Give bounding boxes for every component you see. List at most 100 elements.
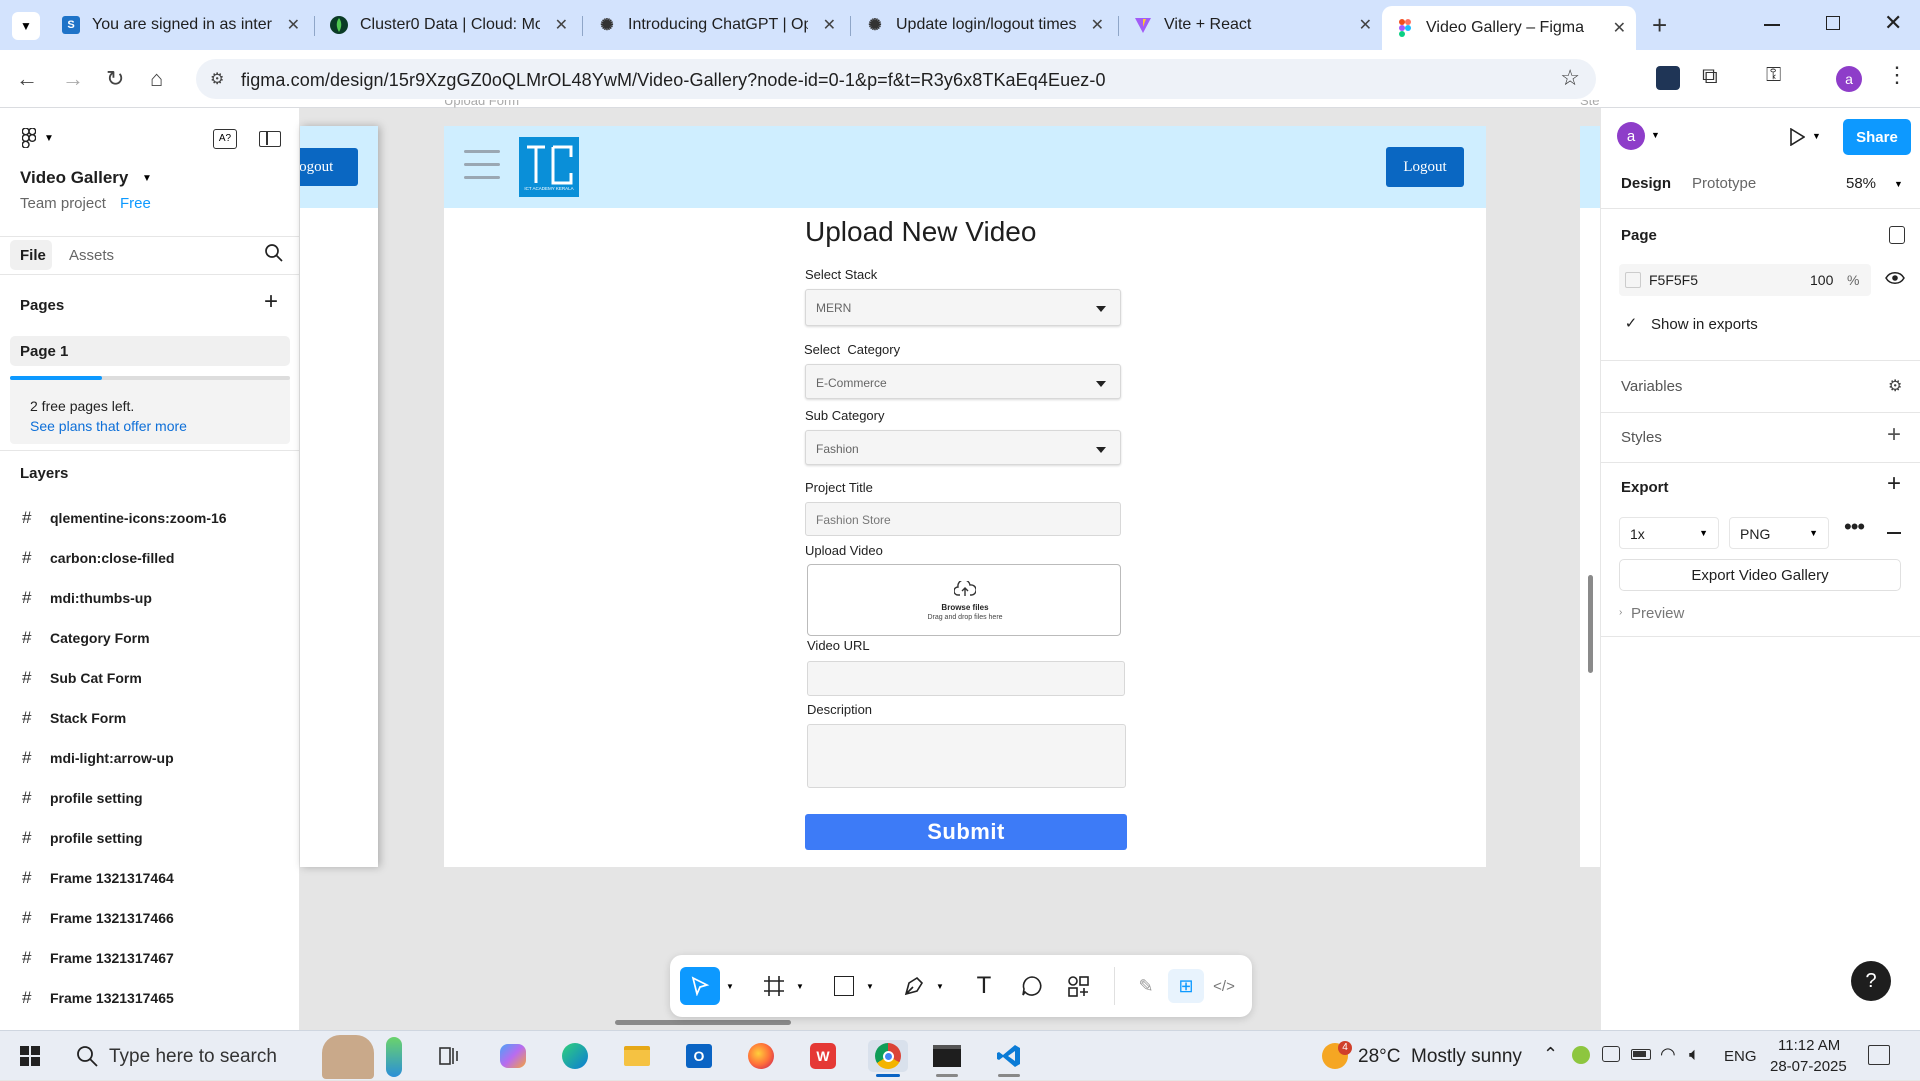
export-button[interactable]: Export Video Gallery	[1619, 559, 1901, 591]
close-tab-icon[interactable]: ✕	[1359, 15, 1372, 35]
minimize-icon[interactable]	[1764, 24, 1780, 26]
chevron-down-icon[interactable]: ▼	[726, 982, 734, 991]
chevron-down-icon[interactable]: ▼	[1651, 130, 1660, 140]
project-title-input[interactable]: Fashion Store	[805, 502, 1121, 536]
logout-button-partial[interactable]: Logout	[300, 148, 358, 186]
add-style-icon[interactable]: +	[1887, 421, 1901, 449]
reload-icon[interactable]: ↻	[106, 66, 124, 92]
file-explorer-icon[interactable]	[620, 1040, 654, 1072]
browser-tab[interactable]: ✺ Update login/logout times ✕	[852, 8, 1114, 42]
preview-toggle[interactable]: Preview	[1631, 605, 1684, 622]
url-field[interactable]: ⚙ figma.com/design/15r9XzgGZ0oQLMrOL48Yw…	[196, 59, 1596, 99]
browser-tab[interactable]: Vite + React ✕	[1120, 8, 1382, 42]
meet-tray-icon[interactable]	[1602, 1046, 1620, 1062]
close-tab-icon[interactable]: ✕	[1613, 18, 1626, 38]
chrome-icon[interactable]	[868, 1040, 908, 1077]
show-exports-checkbox[interactable]: ✓	[1623, 315, 1639, 332]
page-fill-row[interactable]: F5F5F5 100 %	[1619, 264, 1871, 296]
chevron-down-icon[interactable]: ▼	[1894, 179, 1903, 189]
browser-menu-icon[interactable]: ⋮	[1886, 62, 1908, 88]
profile-avatar[interactable]: a	[1836, 66, 1862, 92]
browse-files-label[interactable]: Browse files	[808, 603, 1122, 612]
description-textarea[interactable]	[807, 724, 1126, 788]
page-settings-icon[interactable]	[1889, 226, 1905, 244]
weather-widget[interactable]: 4 28°C Mostly sunny	[1318, 1031, 1558, 1081]
share-button[interactable]: Share	[1843, 119, 1911, 155]
text-tool-icon[interactable]: T	[968, 970, 1000, 1002]
home-icon[interactable]: ⌂	[150, 66, 163, 92]
chevron-right-icon[interactable]: ›	[1619, 607, 1622, 618]
tab-assets[interactable]: Assets	[69, 247, 114, 264]
close-tab-icon[interactable]: ✕	[287, 15, 300, 35]
hamburger-menu-icon[interactable]	[464, 150, 500, 180]
browser-tab[interactable]: ✺ Introducing ChatGPT | Ope ✕	[584, 8, 846, 42]
volume-icon[interactable]: 🔈︎	[1689, 1044, 1700, 1065]
back-icon[interactable]: ←	[16, 66, 38, 92]
browser-tab[interactable]: Cluster0 Data | Cloud: Mon ✕	[316, 8, 578, 42]
battery-icon[interactable]	[1631, 1049, 1651, 1060]
sidebar-toggle-icon[interactable]	[259, 131, 281, 147]
zoom-level[interactable]: 58%	[1846, 175, 1876, 192]
pen-tool-icon[interactable]	[898, 970, 930, 1002]
wps-office-icon[interactable]: W	[806, 1040, 840, 1072]
figma-menu-icon[interactable]	[21, 127, 37, 153]
layer-item[interactable]: # Sub Cat Form	[0, 658, 299, 698]
submit-button[interactable]: Submit	[805, 814, 1127, 850]
remove-export-icon[interactable]	[1887, 532, 1901, 534]
more-options-icon[interactable]: •••	[1844, 514, 1865, 540]
vscode-icon[interactable]	[992, 1040, 1026, 1077]
layer-item[interactable]: # Stack Form	[0, 698, 299, 738]
rectangle-tool-icon[interactable]	[828, 970, 860, 1002]
forward-icon[interactable]: →	[62, 66, 84, 92]
variables-settings-icon[interactable]: ⚙	[1888, 376, 1902, 396]
site-info-icon[interactable]: ⚙	[210, 69, 224, 89]
layer-item[interactable]: # mdi-light:arrow-up	[0, 738, 299, 778]
chevron-down-icon[interactable]: ▼	[142, 173, 152, 184]
outlook-icon[interactable]: O	[682, 1040, 716, 1072]
clock-date[interactable]: 28-07-2025	[1770, 1058, 1847, 1075]
tab-prototype[interactable]: Prototype	[1692, 175, 1756, 192]
show-hidden-icons-chevron-icon[interactable]: ⌃	[1543, 1044, 1558, 1065]
fill-opacity[interactable]: 100	[1810, 272, 1833, 288]
chevron-down-icon[interactable]: ▼	[1812, 131, 1821, 141]
user-avatar[interactable]: a	[1617, 122, 1645, 150]
vpn-tray-icon[interactable]	[1572, 1046, 1590, 1064]
firefox-icon[interactable]	[744, 1040, 778, 1072]
comment-tool-icon[interactable]	[1016, 970, 1048, 1002]
layer-item[interactable]: # Frame 1321317465	[0, 978, 299, 1018]
windows-start-icon[interactable]	[20, 1046, 40, 1071]
canvas-scrollbar[interactable]	[1588, 575, 1593, 673]
search-icon[interactable]	[264, 243, 284, 268]
new-tab-icon[interactable]: +	[1652, 10, 1667, 41]
layer-item[interactable]: # Frame 1321317467	[0, 938, 299, 978]
video-url-input[interactable]	[807, 661, 1125, 696]
layer-item[interactable]: # qlementine-icons:zoom-16	[0, 498, 299, 538]
layer-item[interactable]: # Frame 1321317466	[0, 898, 299, 938]
stack-select[interactable]: MERN	[805, 289, 1121, 326]
language-indicator[interactable]: ENG	[1724, 1048, 1757, 1065]
puzzle-extensions-icon[interactable]: ⧉	[1702, 63, 1718, 89]
subcategory-select[interactable]: Fashion	[805, 430, 1121, 465]
layer-item[interactable]: # carbon:close-filled	[0, 538, 299, 578]
terminal-icon[interactable]	[930, 1040, 964, 1077]
draw-mode-icon[interactable]: ✎	[1130, 970, 1162, 1002]
frame-label[interactable]: Upload Form	[444, 100, 519, 108]
tab-design[interactable]: Design	[1621, 175, 1671, 192]
ai-text-icon[interactable]: A?	[213, 129, 237, 149]
layer-item[interactable]: # profile setting	[0, 818, 299, 858]
logout-button[interactable]: Logout	[1386, 147, 1464, 187]
browser-tab-active[interactable]: Video Gallery – Figma ✕	[1382, 6, 1636, 50]
frame-tool-icon[interactable]	[758, 970, 790, 1002]
help-button[interactable]: ?	[1851, 961, 1891, 1001]
upload-form-frame[interactable]: ICT ACADEMY KERALA Logout Upload New Vid…	[444, 126, 1486, 867]
layer-item[interactable]: # mdi:thumbs-up	[0, 578, 299, 618]
right-frame-label[interactable]: Ste	[1580, 100, 1600, 108]
tab-list-chevron-icon[interactable]: ▼	[12, 12, 40, 40]
taskbar-search[interactable]: Type here to search	[60, 1031, 440, 1081]
close-tab-icon[interactable]: ✕	[823, 15, 836, 35]
close-window-icon[interactable]: ✕	[1884, 10, 1902, 36]
close-tab-icon[interactable]: ✕	[1091, 15, 1104, 35]
layer-item[interactable]: # Category Form	[0, 618, 299, 658]
edge-browser-icon[interactable]	[558, 1040, 592, 1072]
file-name[interactable]: Video Gallery	[20, 168, 128, 188]
